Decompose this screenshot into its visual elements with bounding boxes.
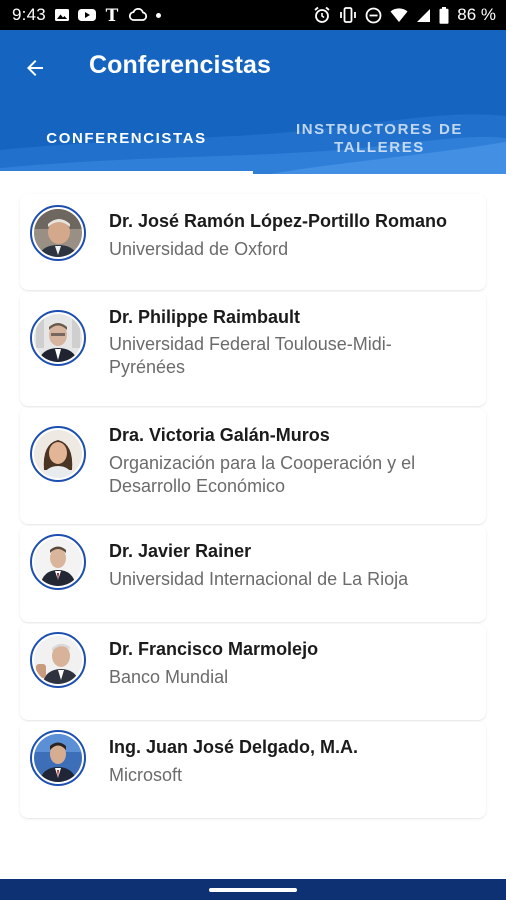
list-item[interactable]: Ing. Juan José Delgado, M.A. Microsoft (20, 722, 486, 818)
speaker-name: Dr. Francisco Marmolejo (109, 639, 319, 659)
list-item[interactable]: Dra. Victoria Galán-Muros Organización p… (20, 408, 486, 524)
speaker-organization: Banco Mundial (109, 667, 229, 687)
speaker-name: Dr. José Ramón López-Portillo Romano (109, 211, 448, 231)
speaker-name: Dr. Javier Rainer (109, 541, 252, 561)
app-bar: Conferencistas CONFERENCISTAS INSTRUCTOR… (0, 30, 506, 174)
status-bar-left: 9:43 T (12, 5, 161, 25)
youtube-icon (77, 8, 96, 22)
back-button[interactable] (17, 50, 53, 86)
home-gesture-handle[interactable] (209, 888, 297, 892)
signal-icon (416, 8, 431, 23)
status-time: 9:43 (12, 5, 46, 24)
speaker-list: Dr. José Ramón López-Portillo Romano Uni… (0, 174, 506, 879)
arrow-left-icon (27, 60, 43, 76)
avatar (30, 730, 86, 786)
speaker-organization: Organización para la Cooperación y el De… (109, 453, 416, 496)
tab-label: CONFERENCISTAS (46, 130, 207, 147)
alarm-icon (313, 6, 331, 24)
battery-percent: 86 % (457, 5, 496, 24)
avatar (30, 632, 86, 688)
page-title: Conferencistas (89, 51, 272, 79)
avatar (30, 310, 86, 366)
battery-icon (439, 6, 449, 24)
dot-icon (155, 12, 161, 18)
nyt-icon: T (104, 6, 120, 24)
tab-instructores-de-talleres[interactable]: INSTRUCTORES DE TALLERES (253, 110, 506, 174)
speaker-name: Dra. Victoria Galán-Muros (109, 425, 330, 445)
list-item[interactable]: Dr. Javier Rainer Universidad Internacio… (20, 526, 486, 622)
tab-conferencistas[interactable]: CONFERENCISTAS (0, 110, 253, 174)
speaker-name: Dr. Philippe Raimbault (109, 307, 301, 327)
speaker-organization: Microsoft (109, 765, 183, 785)
status-bar: 9:43 T 86 % (0, 0, 506, 30)
speaker-organization: Universidad Internacional de La Rioja (109, 569, 409, 589)
status-bar-right: 86 % (313, 5, 496, 25)
avatar (30, 426, 86, 482)
avatar (30, 205, 86, 261)
system-navigation-bar (0, 879, 506, 900)
svg-text:T: T (106, 6, 119, 24)
speaker-organization: Universidad de Oxford (109, 239, 289, 259)
vibrate-icon (339, 7, 357, 23)
cloud-icon (128, 8, 148, 22)
image-icon (54, 7, 70, 23)
dnd-icon (365, 7, 382, 24)
tab-label: INSTRUCTORES DE TALLERES (295, 121, 464, 156)
tab-bar: CONFERENCISTAS INSTRUCTORES DE TALLERES (0, 110, 506, 174)
speaker-name: Ing. Juan José Delgado, M.A. (109, 737, 359, 757)
wifi-icon (390, 7, 408, 23)
list-item[interactable]: Dr. Philippe Raimbault Universidad Feder… (20, 292, 486, 406)
speaker-organization: Universidad Federal Toulouse-Midi-Pyréné… (109, 334, 392, 377)
avatar (30, 534, 86, 590)
list-item[interactable]: Dr. Francisco Marmolejo Banco Mundial (20, 624, 486, 720)
list-item[interactable]: Dr. José Ramón López-Portillo Romano Uni… (20, 194, 486, 290)
